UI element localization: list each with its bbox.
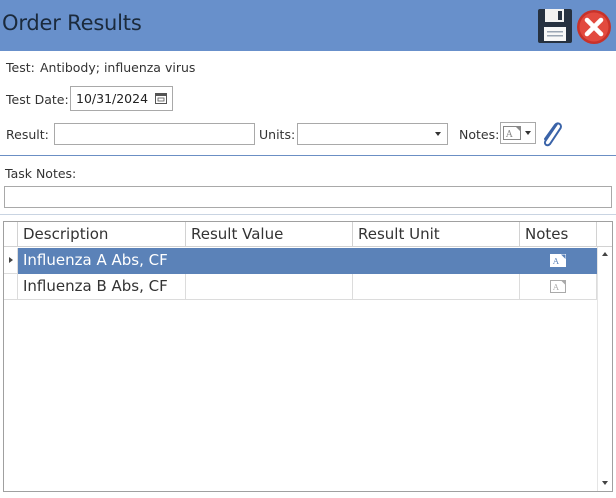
notes-label: Notes: bbox=[459, 127, 500, 142]
grid-header: Description Result Value Result Unit Not… bbox=[4, 222, 612, 247]
window-title: Order Results bbox=[2, 11, 142, 35]
notes-cell[interactable]: A bbox=[520, 274, 597, 300]
separator bbox=[0, 155, 616, 156]
description-cell[interactable]: Influenza A Abs, CF bbox=[18, 248, 186, 274]
test-date-field[interactable]: 10/31/2024 bbox=[70, 86, 173, 111]
save-icon[interactable] bbox=[537, 8, 573, 44]
notes-dropdown[interactable]: A bbox=[500, 122, 536, 144]
note-icon[interactable]: A bbox=[550, 280, 566, 293]
svg-text:A: A bbox=[505, 130, 513, 140]
svg-text:A: A bbox=[552, 283, 559, 292]
table-row[interactable]: Influenza A Abs, CF A bbox=[4, 248, 598, 274]
result-input[interactable] bbox=[54, 123, 255, 145]
result-unit-cell[interactable] bbox=[353, 248, 520, 274]
column-header-notes[interactable]: Notes bbox=[520, 222, 597, 247]
result-value-cell[interactable] bbox=[186, 248, 353, 274]
test-value: Antibody; influenza virus bbox=[40, 60, 196, 75]
test-label: Test: bbox=[6, 60, 35, 75]
units-label: Units: bbox=[259, 127, 296, 142]
close-icon[interactable] bbox=[576, 9, 612, 45]
separator bbox=[0, 214, 616, 215]
svg-text:A: A bbox=[552, 257, 559, 266]
result-unit-cell[interactable] bbox=[353, 274, 520, 300]
task-notes-input[interactable] bbox=[4, 186, 612, 208]
description-cell[interactable]: Influenza B Abs, CF bbox=[18, 274, 186, 300]
vertical-scrollbar[interactable] bbox=[597, 247, 612, 491]
result-label: Result: bbox=[6, 127, 49, 142]
units-select[interactable] bbox=[297, 123, 448, 145]
chevron-down-icon bbox=[435, 132, 441, 136]
row-header-corner bbox=[4, 222, 18, 247]
test-date-label: Test Date: bbox=[6, 92, 69, 107]
column-header-result-value[interactable]: Result Value bbox=[186, 222, 353, 247]
result-value-cell[interactable] bbox=[186, 274, 353, 300]
results-grid[interactable]: Description Result Value Result Unit Not… bbox=[3, 221, 613, 492]
scroll-down-icon[interactable] bbox=[602, 481, 608, 485]
column-header-result-unit[interactable]: Result Unit bbox=[353, 222, 520, 247]
current-row-indicator-icon bbox=[9, 257, 13, 263]
task-notes-label: Task Notes: bbox=[5, 166, 77, 181]
row-header[interactable] bbox=[4, 274, 18, 300]
chevron-down-icon bbox=[525, 131, 531, 135]
note-icon[interactable]: A bbox=[550, 254, 566, 267]
column-header-description[interactable]: Description bbox=[18, 222, 186, 247]
row-header[interactable] bbox=[4, 248, 18, 274]
note-icon: A bbox=[503, 126, 521, 140]
paperclip-icon[interactable] bbox=[538, 118, 566, 150]
notes-cell[interactable]: A bbox=[520, 248, 597, 274]
table-row[interactable]: Influenza B Abs, CF A bbox=[4, 274, 598, 300]
test-date-value: 10/31/2024 bbox=[76, 91, 149, 106]
scroll-up-icon[interactable] bbox=[602, 252, 608, 256]
title-bar: Order Results bbox=[0, 0, 616, 51]
calendar-icon[interactable] bbox=[155, 92, 167, 104]
